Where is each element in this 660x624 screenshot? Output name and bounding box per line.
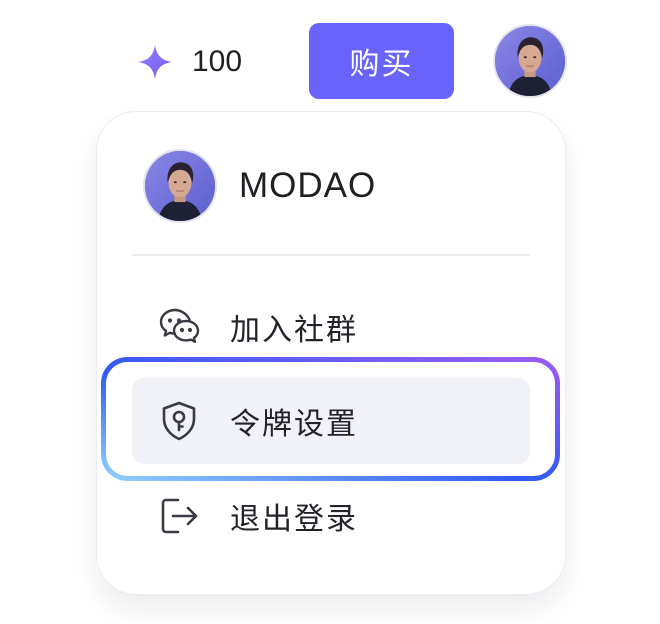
wechat-icon: [159, 308, 200, 343]
menu-item-token-settings[interactable]: 令牌设置: [132, 378, 530, 464]
credits-value: 100: [192, 45, 243, 78]
menu-item-label: 退出登录: [230, 502, 358, 537]
credits-display: 100: [136, 42, 242, 82]
menu-item-join-community[interactable]: 加入社群: [132, 284, 530, 370]
menu-user-info: MODAO: [143, 149, 376, 223]
menu-item-label: 加入社群: [230, 313, 358, 348]
sparkle-icon: [137, 44, 173, 80]
avatar-image: [145, 151, 215, 221]
top-bar: 100 购买: [0, 0, 660, 110]
menu-avatar: [143, 149, 217, 223]
user-avatar[interactable]: [493, 24, 567, 98]
menu-divider: [132, 254, 530, 256]
logout-icon: [161, 498, 198, 534]
username: MODAO: [239, 166, 377, 205]
menu-item-label: 令牌设置: [230, 407, 358, 442]
menu-item-logout[interactable]: 退出登录: [132, 473, 530, 559]
shield-key-icon: [162, 401, 196, 441]
avatar-image: [495, 26, 565, 96]
account-dropdown-menu: MODAO 加入社群 令牌设置 退出登录: [96, 111, 566, 595]
buy-button[interactable]: 购买: [309, 23, 454, 99]
